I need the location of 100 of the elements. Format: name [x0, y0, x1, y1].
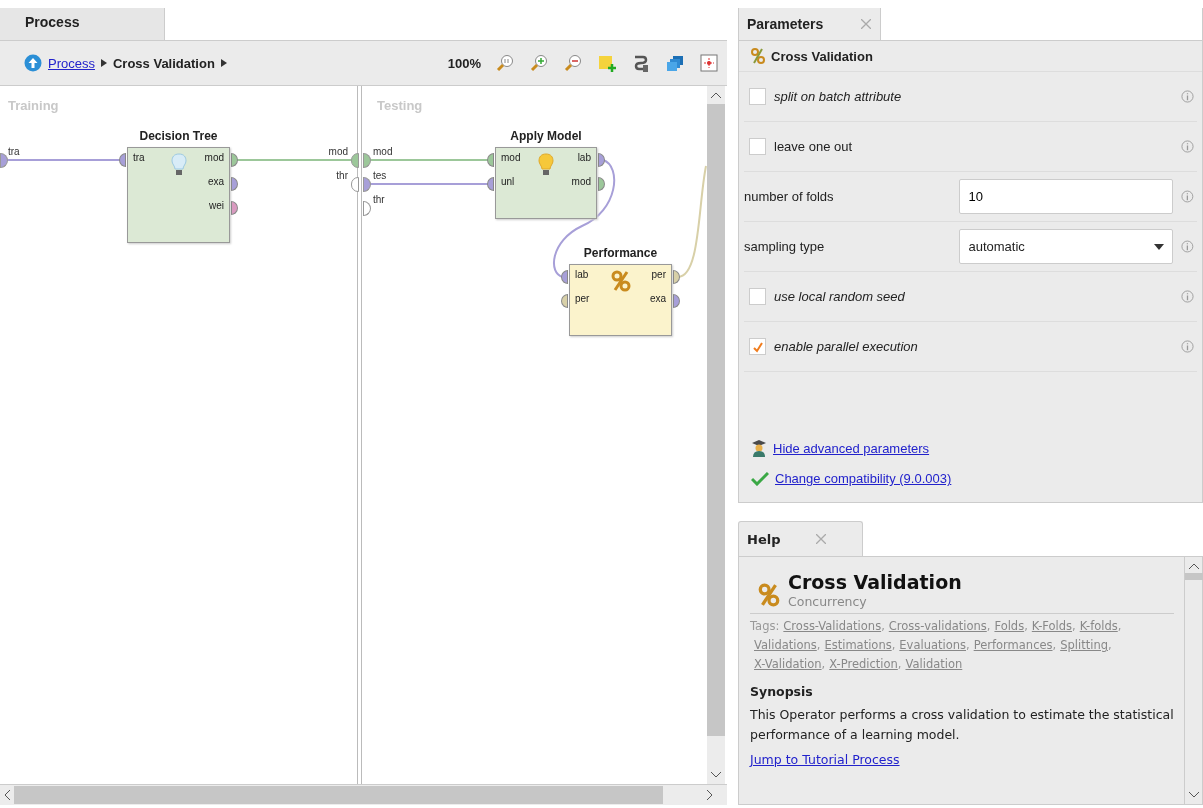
breadcrumb-current: Cross Validation — [112, 55, 215, 71]
scroll-right-icon[interactable] — [707, 790, 713, 800]
port-label: thr — [373, 194, 385, 205]
close-icon[interactable] — [816, 534, 827, 544]
tag-link[interactable]: Splitting — [1060, 638, 1108, 652]
info-icon[interactable] — [1181, 240, 1194, 253]
info-icon[interactable] — [1181, 140, 1194, 153]
operator-box[interactable] — [127, 147, 230, 243]
checkbox[interactable] — [749, 288, 766, 305]
tag-link[interactable]: Estimations — [824, 638, 892, 652]
scroll-up-icon[interactable] — [1188, 563, 1199, 569]
add-note-icon[interactable] — [597, 53, 617, 73]
tag-link[interactable]: Evaluations — [899, 638, 966, 652]
port[interactable] — [673, 270, 680, 284]
port-label: lab — [577, 152, 591, 163]
input-field[interactable]: 10 — [959, 179, 1174, 214]
zoom-in-icon[interactable] — [529, 53, 549, 73]
dropdown[interactable]: automatic — [959, 229, 1174, 264]
parameters-tab[interactable]: Parameters — [739, 8, 881, 40]
operator-box[interactable] — [495, 147, 597, 219]
port[interactable] — [487, 153, 494, 167]
separator: , — [897, 657, 902, 671]
separator: , — [966, 638, 970, 652]
port-label: per — [651, 269, 666, 280]
port[interactable] — [363, 153, 371, 168]
operator-name: Performance — [583, 246, 658, 260]
port[interactable] — [363, 201, 371, 216]
tag-link[interactable]: Performances — [973, 638, 1053, 652]
scroll-down-icon[interactable] — [1188, 792, 1199, 798]
port[interactable] — [231, 177, 238, 191]
tags-label: Tags: — [750, 619, 780, 633]
process-tab[interactable]: Process — [0, 8, 165, 40]
port[interactable] — [673, 294, 680, 308]
caret-icon[interactable] — [220, 59, 227, 67]
caret-icon[interactable] — [100, 59, 107, 67]
scroll-down-icon[interactable] — [711, 772, 721, 778]
scroll-thumb[interactable] — [14, 786, 663, 804]
port-label: exa — [649, 293, 666, 304]
link[interactable]: Hide advanced parameters — [773, 440, 930, 456]
zoom-reset-icon[interactable] — [495, 53, 515, 73]
horizontal-scrollbar[interactable] — [0, 784, 727, 805]
tag-link[interactable]: X-Prediction — [829, 657, 898, 671]
operator-box[interactable] — [569, 264, 672, 336]
port-label: mod — [501, 152, 521, 163]
port[interactable] — [119, 153, 126, 167]
info-icon[interactable] — [1181, 340, 1194, 353]
port-label: tra — [133, 152, 145, 163]
operator-group: Concurrency — [788, 594, 962, 609]
graduate-icon — [751, 439, 767, 457]
scroll-thumb[interactable] — [1184, 573, 1203, 580]
port[interactable] — [231, 153, 238, 167]
port-label: mod — [328, 146, 348, 157]
port[interactable] — [598, 153, 605, 167]
port[interactable] — [231, 201, 238, 215]
info-icon[interactable] — [1181, 190, 1194, 203]
dropdown-arrow-icon[interactable] — [1154, 243, 1165, 250]
info-icon[interactable] — [1181, 290, 1194, 303]
port[interactable] — [363, 177, 371, 192]
layers-icon[interactable] — [665, 53, 685, 73]
help-tab[interactable]: Help — [738, 521, 863, 556]
percent-icon — [758, 583, 780, 607]
port-label: tra — [8, 146, 20, 157]
port[interactable] — [0, 153, 8, 168]
checkbox[interactable] — [749, 138, 766, 155]
tutorial-link[interactable]: Jump to Tutorial Process — [750, 752, 900, 767]
synopsis-text: This Operator performs a cross validation to estimate the statistical performance of a learning model. — [750, 706, 1174, 744]
close-icon[interactable] — [861, 19, 872, 29]
info-icon[interactable] — [1181, 90, 1194, 103]
section-heading: Synopsis — [750, 684, 814, 699]
checkbox[interactable] — [749, 88, 766, 105]
parameter-label: leave one out — [774, 139, 853, 154]
parameter-label: use local random seed — [774, 289, 905, 304]
parameter-label: enable parallel execution — [774, 339, 918, 354]
port[interactable] — [561, 270, 568, 284]
tag-link[interactable]: K-folds — [1079, 619, 1118, 633]
checkbox[interactable] — [749, 338, 766, 355]
zoom-out-icon[interactable] — [563, 53, 583, 73]
port[interactable] — [561, 294, 568, 308]
vertical-scrollbar[interactable] — [1184, 557, 1202, 804]
separator: , — [1117, 619, 1122, 633]
separator: , — [1024, 619, 1028, 633]
port[interactable] — [598, 177, 605, 191]
scroll-up-icon[interactable] — [711, 92, 721, 98]
port-label: per — [575, 293, 590, 304]
parameter-label: sampling type — [744, 239, 826, 254]
tab-label: Help — [747, 531, 781, 547]
tag-link[interactable]: Validations — [754, 638, 817, 652]
port-label: mod — [373, 146, 393, 157]
port[interactable] — [487, 177, 494, 191]
link[interactable]: Change compatibility (9.0.003) — [775, 471, 952, 486]
tag-link[interactable]: Validation — [905, 657, 963, 671]
port[interactable] — [351, 153, 359, 168]
separator: , — [1108, 638, 1112, 652]
port[interactable] — [351, 177, 359, 192]
breadcrumb-link[interactable]: Process — [48, 55, 95, 71]
scroll-left-icon[interactable] — [4, 790, 10, 800]
tag-link[interactable]: X-Validation — [754, 657, 822, 671]
fit-view-icon[interactable] — [699, 53, 719, 73]
tag-link[interactable]: Cross-validations — [888, 619, 987, 633]
port-label: lab — [575, 269, 589, 280]
